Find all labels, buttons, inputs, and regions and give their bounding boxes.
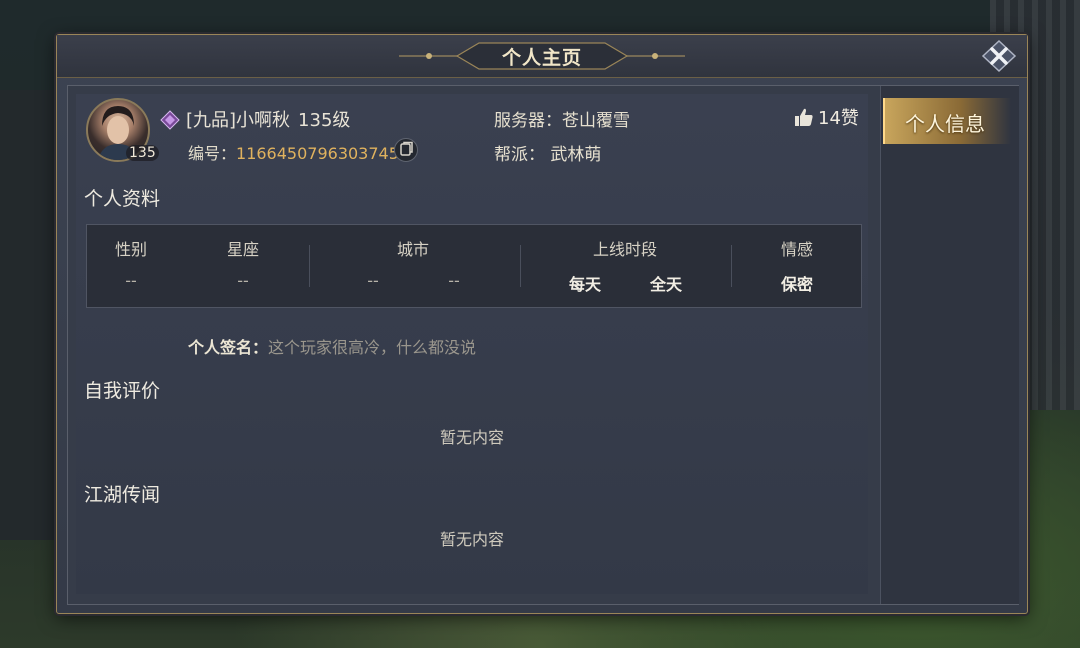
profile-details-table: 性别 -- 星座 -- 城市 -- -- 上线时段 每天 全天 情感 保密 [86, 224, 862, 308]
column-divider [731, 245, 732, 287]
player-level: 135级 [298, 110, 351, 131]
guild-label: 帮派： [494, 145, 545, 165]
background-wall [0, 90, 60, 540]
zodiac-label: 星座 [226, 240, 260, 259]
side-tab-panel: 个人信息 [880, 86, 1019, 604]
profile-section-title: 个人资料 [84, 188, 161, 210]
thumbs-up-icon [795, 108, 813, 126]
avatar-level-badge: 135 [126, 145, 159, 161]
profile-content: 135 [九品]小啊秋 135级 编号：1166450796303745 服务器：… [76, 94, 868, 594]
online-time-label: 上线时段 [592, 240, 658, 259]
rank-diamond-icon [160, 110, 180, 130]
close-icon [981, 39, 1017, 73]
self-eval-empty-text: 暂无内容 [439, 428, 504, 447]
server-label: 服务器： [494, 111, 562, 131]
close-button[interactable] [981, 39, 1017, 73]
relationship-value: 保密 [780, 275, 814, 294]
player-rank-name: [九品]小啊秋 [186, 110, 291, 131]
guild-value: 武林萌 [550, 145, 602, 165]
online-hours-value: 全天 [649, 275, 683, 294]
column-divider [520, 245, 521, 287]
player-id-row: 编号：1166450796303745 [188, 140, 399, 164]
server-value: 苍山覆雪 [562, 111, 630, 131]
city-city-value: -- [448, 271, 460, 290]
city-province-value: -- [367, 271, 379, 290]
relationship-label: 情感 [780, 240, 814, 259]
copy-id-button[interactable] [394, 138, 418, 162]
city-label: 城市 [396, 240, 430, 259]
window-title: 个人主页 [501, 47, 582, 69]
tab-personal-info[interactable]: 个人信息 [883, 98, 1011, 144]
server-row: 服务器：苍山覆雪 [494, 106, 630, 131]
gender-value: -- [125, 271, 137, 290]
player-name-row: [九品]小啊秋 135级 [186, 106, 350, 132]
profile-window: 个人主页 135 [九品]小啊秋 135级 编号：116645079630374… [56, 34, 1028, 614]
like-count: 14赞 [818, 108, 859, 129]
like-button[interactable]: 14赞 [794, 104, 859, 130]
self-eval-title: 自我评价 [84, 380, 161, 402]
id-label: 编号： [188, 144, 237, 163]
tab-personal-info-label: 个人信息 [905, 112, 985, 136]
rumors-empty-text: 暂无内容 [439, 530, 504, 549]
gender-label: 性别 [114, 240, 148, 259]
title-bar: 个人主页 [57, 35, 1027, 78]
online-days-value: 每天 [568, 275, 602, 294]
copy-icon [400, 141, 413, 156]
rumors-title: 江湖传闻 [84, 484, 161, 506]
zodiac-value: -- [237, 271, 249, 290]
signature-value: 这个玩家很高冷，什么都没说 [268, 338, 477, 357]
id-value: 1166450796303745 [236, 144, 399, 163]
signature-row: 个人签名：这个玩家很高冷，什么都没说 [188, 334, 476, 358]
signature-label: 个人签名： [188, 338, 269, 357]
guild-row: 帮派： 武林萌 [494, 140, 601, 165]
panel-body: 135 [九品]小啊秋 135级 编号：1166450796303745 服务器：… [67, 85, 1019, 605]
column-divider [309, 245, 310, 287]
